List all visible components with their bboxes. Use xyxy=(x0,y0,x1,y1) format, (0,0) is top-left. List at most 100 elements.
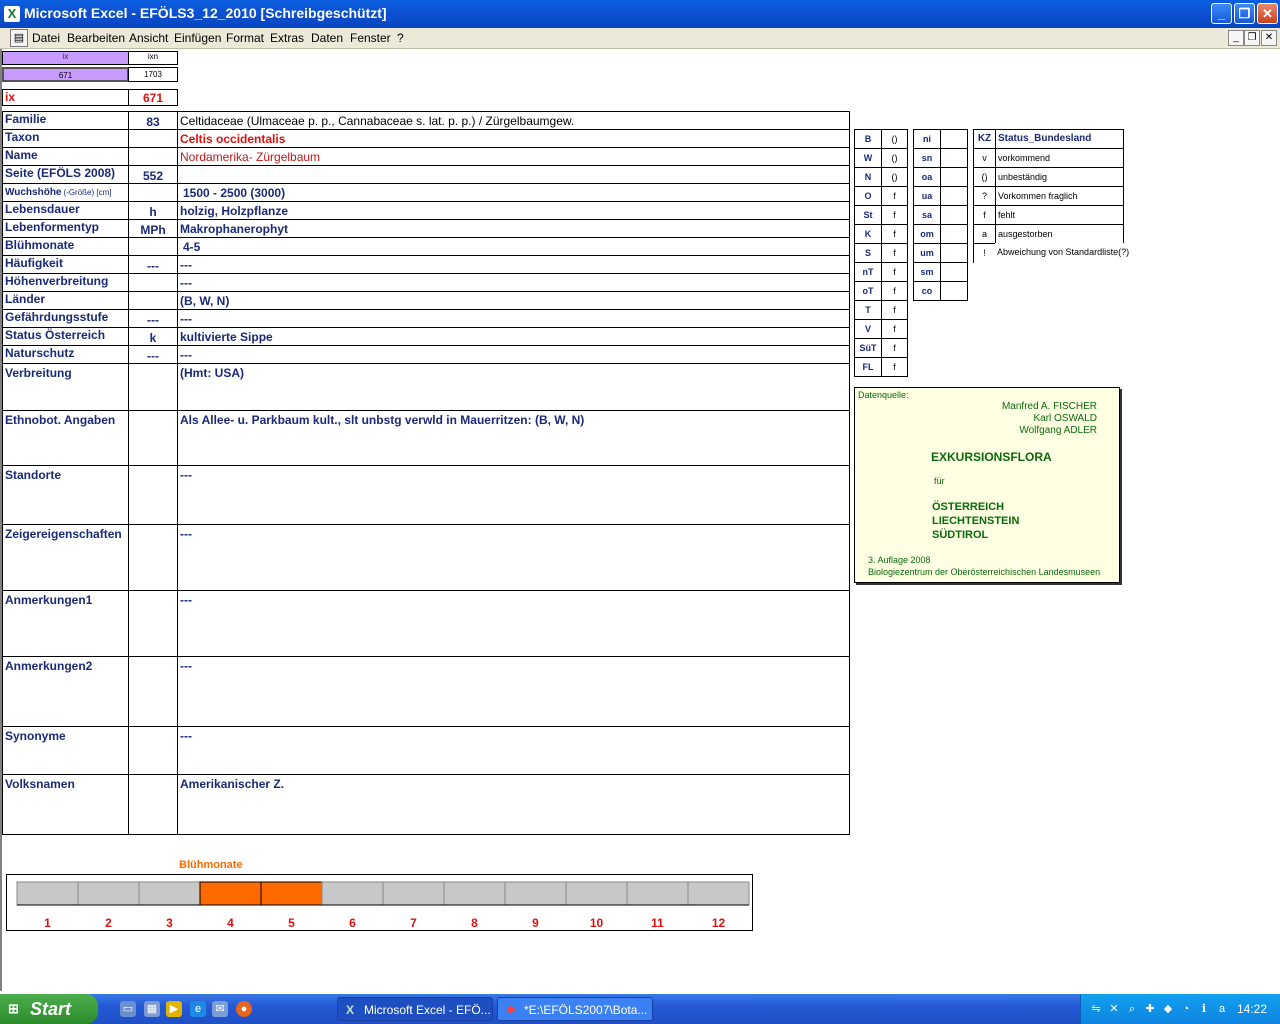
subregion-status[interactable] xyxy=(940,129,968,149)
row-value[interactable]: (B, W, N) xyxy=(177,291,850,310)
row-label[interactable]: Lebensdauer xyxy=(2,201,129,220)
row-label[interactable]: Zeigereigenschaften xyxy=(2,524,129,591)
shield-icon[interactable]: ◆ xyxy=(1161,1002,1175,1016)
update-icon[interactable]: ◔ xyxy=(1179,1002,1193,1016)
region-code[interactable]: N xyxy=(854,167,882,187)
start-button[interactable]: ⊞ Start xyxy=(0,994,98,1024)
row-code[interactable] xyxy=(128,129,178,148)
region-status[interactable]: () xyxy=(881,129,908,149)
ix-value-cell[interactable]: 671 xyxy=(2,67,129,82)
region-status[interactable]: f xyxy=(881,262,908,282)
row-label[interactable]: Verbreitung xyxy=(2,363,129,411)
row-code[interactable] xyxy=(128,273,178,292)
info-icon[interactable]: ℹ xyxy=(1197,1002,1211,1016)
menu-bearbeiten[interactable]: Bearbeiten xyxy=(67,31,125,45)
explorer-icon[interactable]: ▦ xyxy=(144,1001,160,1017)
row-code[interactable] xyxy=(128,726,178,775)
region-status[interactable]: f xyxy=(881,224,908,244)
row-value[interactable]: --- xyxy=(177,273,850,292)
menu-daten[interactable]: Daten xyxy=(311,31,343,45)
row-code[interactable] xyxy=(128,656,178,727)
row-value[interactable]: Nordamerika- Zürgelbaum xyxy=(177,147,850,166)
row-code[interactable]: 83 xyxy=(128,111,178,130)
minimize-button[interactable]: _ xyxy=(1211,3,1232,24)
row-code[interactable]: --- xyxy=(128,345,178,364)
subregion-code[interactable]: um xyxy=(913,243,941,263)
region-status[interactable]: f xyxy=(881,300,908,320)
row-code[interactable]: k xyxy=(128,327,178,346)
row-label[interactable]: Seite (EFÖLS 2008) xyxy=(2,165,129,184)
subregion-status[interactable] xyxy=(940,243,968,263)
region-code[interactable]: SüT xyxy=(854,338,882,358)
ixn-value-cell[interactable]: 1703 xyxy=(128,67,178,82)
row-value[interactable]: --- xyxy=(177,656,850,727)
row-value[interactable]: kultivierte Sippe xyxy=(177,327,850,346)
row-label[interactable]: Häufigkeit xyxy=(2,255,129,274)
row-value[interactable]: --- xyxy=(177,309,850,328)
region-code[interactable]: oT xyxy=(854,281,882,301)
doc-close-button[interactable]: ✕ xyxy=(1261,30,1277,46)
row-label[interactable]: Anmerkungen1 xyxy=(2,590,129,657)
row-value[interactable]: Als Allee- u. Parkbaum kult., slt unbstg… xyxy=(177,410,850,466)
row-code[interactable] xyxy=(128,524,178,591)
row-code[interactable]: MPh xyxy=(128,219,178,238)
row-value[interactable]: 4-5 xyxy=(177,237,850,256)
region-status[interactable]: f xyxy=(881,186,908,206)
row-value[interactable]: (Hmt: USA) xyxy=(177,363,850,411)
outlook-icon[interactable]: ✉ xyxy=(212,1001,228,1017)
row-value[interactable]: holzig, Holzpflanze xyxy=(177,201,850,220)
doc-minimize-button[interactable]: _ xyxy=(1228,30,1244,46)
subregion-code[interactable]: co xyxy=(913,281,941,301)
row-code[interactable]: --- xyxy=(128,255,178,274)
menu-ansicht[interactable]: Ansicht xyxy=(129,31,168,45)
row-label[interactable]: Blühmonate xyxy=(2,237,129,256)
row-value[interactable]: Makrophanerophyt xyxy=(177,219,850,238)
row-code[interactable]: h xyxy=(128,201,178,220)
row-code[interactable] xyxy=(128,590,178,657)
region-code[interactable]: S xyxy=(854,243,882,263)
row-value[interactable]: Celtidaceae (Ulmaceae p. p., Cannabaceae… xyxy=(177,111,850,130)
subregion-code[interactable]: ni xyxy=(913,129,941,149)
subregion-status[interactable] xyxy=(940,224,968,244)
worksheet[interactable]: ix ixn 671 1703 ix 671 Familie 83 Celtidac… xyxy=(0,49,1280,991)
row-code[interactable] xyxy=(128,183,178,202)
subregion-code[interactable]: oa xyxy=(913,167,941,187)
region-status[interactable]: f xyxy=(881,281,908,301)
subregion-code[interactable]: sn xyxy=(913,148,941,168)
row-label[interactable]: Anmerkungen2 xyxy=(2,656,129,727)
security-icon[interactable]: ✚ xyxy=(1143,1002,1157,1016)
app-tray-icon[interactable]: a xyxy=(1215,1002,1229,1016)
excel-icon[interactable]: X xyxy=(4,6,20,22)
region-status[interactable]: f xyxy=(881,338,908,358)
row-value[interactable]: --- xyxy=(177,345,850,364)
row-value[interactable]: --- xyxy=(177,524,850,591)
internet-explorer-icon[interactable]: e xyxy=(190,1001,206,1017)
restore-button[interactable]: ❐ xyxy=(1234,3,1255,24)
menu-datei[interactable]: Datei xyxy=(32,31,60,45)
menu-extras[interactable]: Extras xyxy=(270,31,304,45)
firefox-icon[interactable]: ● xyxy=(236,1001,252,1017)
row-label[interactable]: Name xyxy=(2,147,129,166)
row-code[interactable] xyxy=(128,147,178,166)
region-status[interactable]: f xyxy=(881,243,908,263)
region-status[interactable]: f xyxy=(881,357,908,377)
region-code[interactable]: V xyxy=(854,319,882,339)
region-code[interactable]: T xyxy=(854,300,882,320)
row-label[interactable]: Volksnamen xyxy=(2,774,129,835)
row-value[interactable] xyxy=(177,165,850,184)
region-code[interactable]: W xyxy=(854,148,882,168)
row-label[interactable]: Gefährdungsstufe xyxy=(2,309,129,328)
workbook-icon[interactable]: ▤ xyxy=(10,29,28,47)
row-label[interactable]: Ethnobot. Angaben xyxy=(2,410,129,466)
task-editor[interactable]: ✱ *E:\EFÖLS2007\Bota... xyxy=(497,997,653,1021)
subregion-code[interactable]: sa xyxy=(913,205,941,225)
region-code[interactable]: B xyxy=(854,129,882,149)
subregion-code[interactable]: sm xyxy=(913,262,941,282)
menu-fenster[interactable]: Fenster xyxy=(350,31,391,45)
region-code[interactable]: nT xyxy=(854,262,882,282)
subregion-status[interactable] xyxy=(940,167,968,187)
show-desktop-icon[interactable]: ▭ xyxy=(120,1001,136,1017)
volume-icon[interactable]: ✕ xyxy=(1107,1002,1121,1016)
menu-format[interactable]: Format xyxy=(226,31,264,45)
row-value[interactable]: --- xyxy=(177,726,850,775)
